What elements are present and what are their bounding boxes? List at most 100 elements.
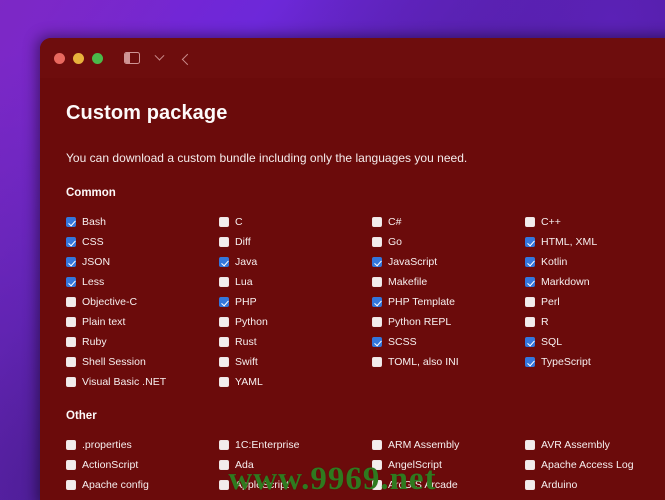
language-option[interactable]: .properties [66,436,219,456]
checkbox-unchecked[interactable] [525,440,535,450]
language-option[interactable]: JSON [66,253,219,273]
sidebar-toggle-icon[interactable] [121,48,143,68]
checkbox-unchecked[interactable] [372,460,382,470]
checkbox-unchecked[interactable] [219,237,229,247]
checkbox-checked[interactable] [525,277,535,287]
language-option[interactable]: PHP Template [372,293,525,313]
checkbox-unchecked[interactable] [66,337,76,347]
language-option[interactable]: YAML [219,373,372,393]
checkbox-checked[interactable] [525,357,535,367]
checkbox-unchecked[interactable] [525,297,535,307]
language-option[interactable]: CSS [66,233,219,253]
language-option[interactable]: TypeScript [525,353,665,373]
checkbox-checked[interactable] [66,237,76,247]
language-option[interactable]: Markdown [525,273,665,293]
language-option[interactable]: Swift [219,353,372,373]
language-option[interactable]: Apache config [66,476,219,496]
checkbox-checked[interactable] [372,337,382,347]
checkbox-unchecked[interactable] [372,277,382,287]
language-option[interactable]: Arduino [525,476,665,496]
checkbox-checked[interactable] [372,297,382,307]
language-option[interactable]: Perl [525,293,665,313]
language-option[interactable]: AVR Assembly [525,436,665,456]
checkbox-checked[interactable] [372,257,382,267]
checkbox-checked[interactable] [525,257,535,267]
language-option[interactable]: C# [372,213,525,233]
language-option[interactable]: JavaScript [372,253,525,273]
checkbox-checked[interactable] [525,237,535,247]
checkbox-unchecked[interactable] [66,297,76,307]
language-option[interactable]: Apache Access Log [525,456,665,476]
language-option[interactable]: AppleScript [219,476,372,496]
language-option[interactable]: Kotlin [525,253,665,273]
language-option[interactable]: Shell Session [66,353,219,373]
language-option[interactable]: ARM Assembly [372,436,525,456]
close-window-button[interactable] [54,52,65,64]
language-option[interactable]: TOML, also INI [372,353,525,373]
checkbox-unchecked[interactable] [372,237,382,247]
language-option[interactable]: Rust [219,333,372,353]
language-option[interactable]: Bash [66,213,219,233]
checkbox-unchecked[interactable] [66,317,76,327]
language-option[interactable]: Diff [219,233,372,253]
language-option[interactable]: ActionScript [66,456,219,476]
checkbox-unchecked[interactable] [525,317,535,327]
language-option[interactable]: Python REPL [372,313,525,333]
checkbox-unchecked[interactable] [372,317,382,327]
language-option[interactable]: Visual Basic .NET [66,373,219,393]
language-option[interactable]: PHP [219,293,372,313]
language-option[interactable]: Python [219,313,372,333]
language-option[interactable]: Makefile [372,273,525,293]
language-option[interactable]: Ruby [66,333,219,353]
minimize-window-button[interactable] [73,52,84,64]
language-option[interactable]: 1C:Enterprise [219,436,372,456]
language-option[interactable]: Less [66,273,219,293]
language-option[interactable]: AngelScript [372,456,525,476]
checkbox-unchecked[interactable] [372,440,382,450]
checkbox-unchecked[interactable] [219,377,229,387]
language-option[interactable]: Go [372,233,525,253]
language-option[interactable]: R [525,313,665,333]
language-option[interactable]: Objective-C [66,293,219,313]
checkbox-unchecked[interactable] [219,337,229,347]
language-option[interactable]: AspectJ [219,496,372,500]
checkbox-unchecked[interactable] [219,277,229,287]
checkbox-unchecked[interactable] [219,217,229,227]
language-option[interactable]: C++ [525,213,665,233]
checkbox-unchecked[interactable] [219,440,229,450]
checkbox-unchecked[interactable] [219,480,229,490]
checkbox-unchecked[interactable] [66,377,76,387]
checkbox-checked[interactable] [525,337,535,347]
checkbox-checked[interactable] [219,297,229,307]
checkbox-unchecked[interactable] [66,460,76,470]
checkbox-unchecked[interactable] [525,480,535,490]
checkbox-unchecked[interactable] [372,480,382,490]
checkbox-unchecked[interactable] [219,317,229,327]
checkbox-unchecked[interactable] [66,357,76,367]
language-option[interactable]: SQL [525,333,665,353]
checkbox-checked[interactable] [219,257,229,267]
language-option[interactable]: AsciiDoc [66,496,219,500]
language-option[interactable]: Java [219,253,372,273]
maximize-window-button[interactable] [92,52,103,64]
back-arrow-icon[interactable] [175,48,197,68]
checkbox-unchecked[interactable] [219,357,229,367]
checkbox-unchecked[interactable] [66,440,76,450]
language-option[interactable]: HTML, XML [525,233,665,253]
language-option[interactable]: SCSS [372,333,525,353]
checkbox-unchecked[interactable] [525,460,535,470]
language-option[interactable]: C [219,213,372,233]
checkbox-checked[interactable] [66,277,76,287]
checkbox-unchecked[interactable] [372,357,382,367]
checkbox-unchecked[interactable] [219,460,229,470]
language-option[interactable]: Augmented Backus-Naur Form [372,496,525,500]
language-option[interactable]: AutoHotkey [525,496,665,500]
chevron-down-icon[interactable] [148,48,170,68]
checkbox-unchecked[interactable] [372,217,382,227]
language-option[interactable]: Plain text [66,313,219,333]
checkbox-checked[interactable] [66,217,76,227]
language-option[interactable]: Lua [219,273,372,293]
checkbox-unchecked[interactable] [525,217,535,227]
checkbox-unchecked[interactable] [66,480,76,490]
checkbox-checked[interactable] [66,257,76,267]
